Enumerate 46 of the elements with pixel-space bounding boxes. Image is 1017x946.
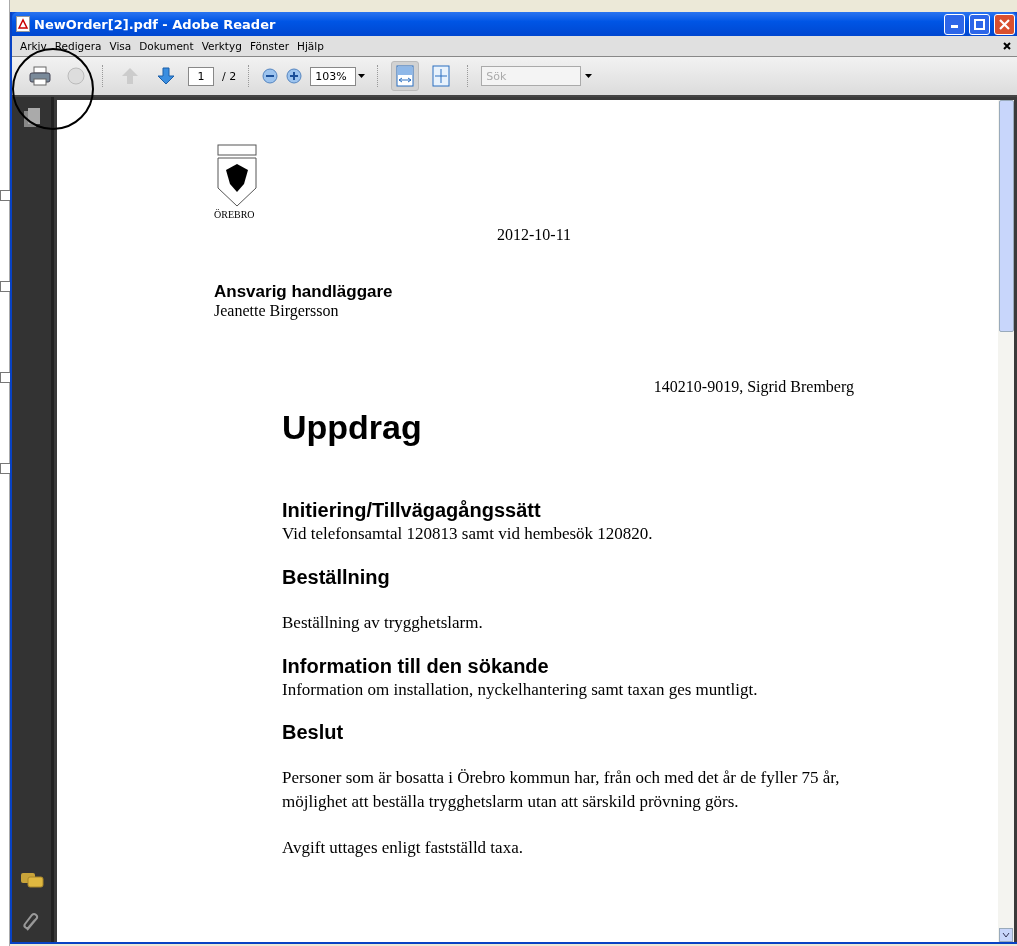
client-line: 140210-9019, Sigrid Bremberg: [653, 378, 854, 396]
fit-width-button[interactable]: [391, 61, 420, 91]
scroll-down-icon[interactable]: [999, 928, 1013, 942]
pdf-icon: [16, 16, 30, 32]
comments-icon[interactable]: [19, 872, 44, 890]
document-date: 2012-10-11: [496, 226, 572, 244]
menu-item[interactable]: Dokument: [137, 40, 200, 52]
search-field[interactable]: Sök: [481, 66, 582, 86]
minimize-button[interactable]: [944, 13, 965, 35]
menu-item[interactable]: Fönster: [247, 40, 295, 52]
section-heading: Information till den sökande: [282, 654, 550, 678]
paragraph: Avgift uttages enligt fastställd taxa.: [282, 837, 524, 859]
close-icon: [999, 18, 1010, 30]
menu-item[interactable]: Hjälp: [295, 40, 330, 52]
handler-name: Jeanette Birgersson: [214, 302, 340, 320]
window-title: NewOrder[2].pdf - Adobe Reader: [34, 16, 277, 32]
pages-icon[interactable]: [22, 107, 41, 129]
paragraph: Information om installation, nyckelhantering samt taxan ges muntligt.: [282, 678, 759, 701]
maximize-icon: [974, 18, 985, 30]
section-heading: Initiering/Tillvägagångssätt: [282, 499, 542, 522]
close-icon[interactable]: [1003, 42, 1011, 50]
paragraph: Vid telefonsamtal 120813 samt vid hembesök 120820.: [282, 523, 654, 545]
zoom-field[interactable]: 103%: [310, 66, 357, 86]
caret-icon[interactable]: [358, 74, 366, 78]
section-heading: Beslut: [282, 721, 345, 745]
arrow-down-icon: [156, 66, 176, 86]
menu-item[interactable]: Arkiv: [18, 40, 53, 52]
scrollbar[interactable]: [998, 100, 1014, 942]
arrow-up-icon: [120, 66, 140, 86]
zoom-in-icon[interactable]: [286, 68, 303, 84]
menu-item[interactable]: Visa: [107, 40, 138, 52]
menu-item[interactable]: Redigera: [52, 40, 108, 52]
paragraph: Personer som är bosatta i Örebro kommun har, från och med det år de fyller 75 år, möjlighet att beställa trygghetslarm utan att särskild prövning görs.: [282, 767, 841, 814]
page-total: / 2: [222, 69, 237, 83]
menu-item[interactable]: Verktyg: [199, 40, 248, 52]
caret-icon[interactable]: [585, 74, 593, 78]
document-title: Uppdrag: [282, 408, 423, 447]
page-number-field[interactable]: 1: [188, 66, 214, 86]
close-button[interactable]: [994, 13, 1015, 35]
section-heading: Beställning: [282, 565, 391, 589]
zoom-out-icon[interactable]: [262, 68, 279, 84]
paragraph: Beställning av trygghetslarm.: [282, 611, 484, 634]
maximize-button[interactable]: [969, 13, 990, 35]
handler-label: Ansvarig handläggare: [214, 282, 394, 302]
coat-of-arms-drawing: [214, 144, 260, 208]
logo-text: ÖREBRO: [214, 209, 255, 220]
